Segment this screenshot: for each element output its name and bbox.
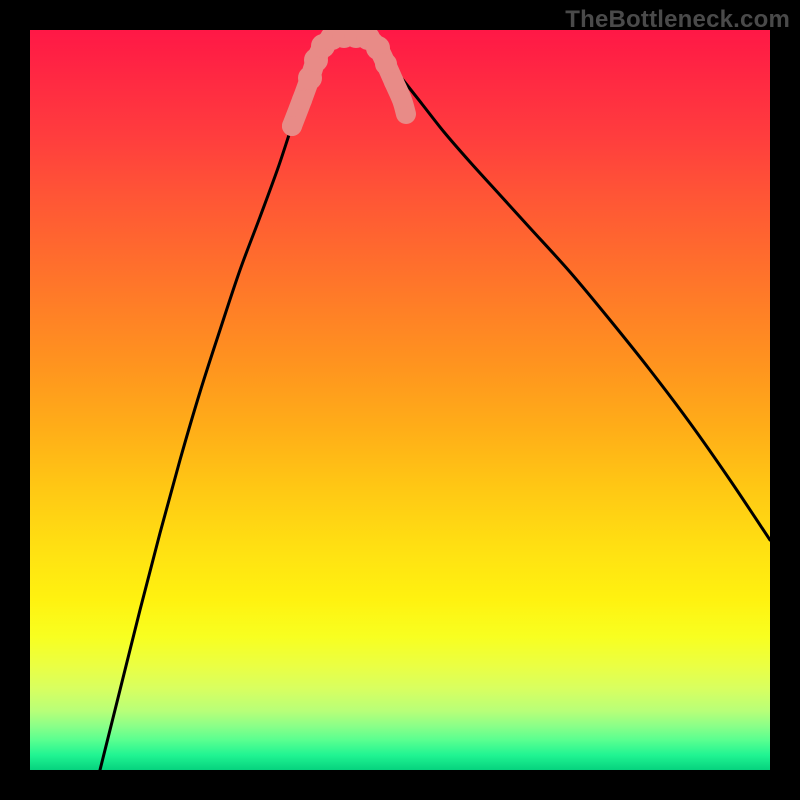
series-valley-band-dot [282,116,302,136]
series-valley-band-dot [398,106,414,122]
series-right-curve [372,40,770,540]
outer-frame: TheBottleneck.com [0,0,800,800]
series-valley-band-dot [292,90,312,110]
series-valley-band-dot [393,91,411,109]
series-left-curve [100,40,328,770]
watermark-text: TheBottleneck.com [565,6,790,34]
chart-svg [30,30,770,770]
series-valley-band-dot [375,53,397,75]
series-valley-band-dot [384,72,404,92]
plot-area [30,30,770,770]
